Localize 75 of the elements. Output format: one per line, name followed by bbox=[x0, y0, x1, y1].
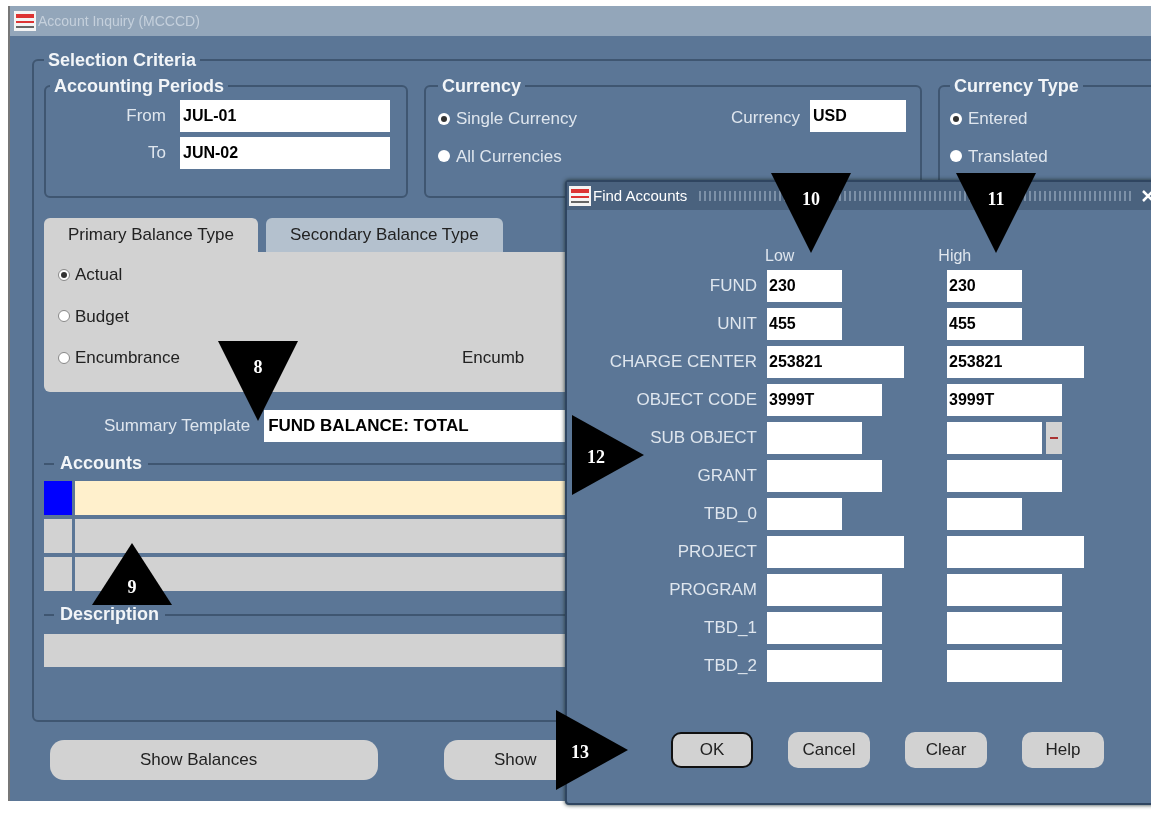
field-label: OBJECT CODE bbox=[635, 389, 757, 412]
form-icon bbox=[14, 11, 36, 31]
low-field[interactable] bbox=[767, 460, 882, 492]
field-label: CHARGE CENTER bbox=[608, 351, 757, 374]
low-field[interactable] bbox=[767, 498, 842, 530]
field-label: TBD_1 bbox=[703, 617, 757, 640]
high-field[interactable] bbox=[947, 612, 1062, 644]
radio-button[interactable] bbox=[950, 112, 962, 125]
group-title: Accounting Periods bbox=[53, 76, 225, 96]
high-field[interactable]: 230 bbox=[947, 270, 1022, 302]
high-field[interactable] bbox=[947, 650, 1062, 682]
group-title: Currency bbox=[441, 76, 523, 96]
radio-button[interactable] bbox=[950, 150, 962, 163]
low-field[interactable]: 230 bbox=[767, 270, 842, 302]
section-title: Accounts bbox=[60, 452, 142, 475]
period-field[interactable]: JUL-01 bbox=[180, 100, 390, 132]
high-field[interactable] bbox=[947, 498, 1022, 530]
group-title: Currency Type bbox=[953, 76, 1080, 96]
field-label: PROGRAM bbox=[668, 579, 757, 602]
dialog-button[interactable]: OK bbox=[671, 732, 753, 768]
low-field[interactable]: 3999T bbox=[767, 384, 882, 416]
high-field[interactable]: 455 bbox=[947, 308, 1022, 340]
row-indicator[interactable] bbox=[44, 557, 72, 591]
radio-label: Entered bbox=[968, 108, 1028, 130]
high-field[interactable] bbox=[947, 422, 1042, 454]
dialog-button[interactable]: Clear bbox=[905, 732, 987, 768]
field-label: FUND bbox=[708, 275, 757, 298]
field-label: PROJECT bbox=[676, 541, 757, 564]
low-field[interactable]: 253821 bbox=[767, 346, 904, 378]
high-field[interactable] bbox=[947, 536, 1084, 568]
callout-marker: 10 bbox=[771, 173, 851, 253]
low-field[interactable] bbox=[767, 612, 882, 644]
action-button[interactable]: Show Balances bbox=[50, 740, 378, 780]
currency-field[interactable]: USD bbox=[810, 100, 906, 132]
section-title: Description bbox=[60, 603, 160, 626]
field-label: Currency bbox=[731, 107, 800, 129]
group-title: Selection Criteria bbox=[47, 50, 198, 70]
field-label: GRANT bbox=[696, 465, 757, 488]
field-label: To bbox=[147, 142, 166, 165]
dialog-button[interactable]: Help bbox=[1022, 732, 1104, 768]
radio-label: Encumbrance bbox=[75, 347, 180, 369]
high-field[interactable] bbox=[947, 574, 1062, 606]
radio-label: All Currencies bbox=[456, 145, 562, 168]
tab[interactable]: Secondary Balance Type bbox=[266, 218, 503, 252]
field-label: TBD_0 bbox=[703, 503, 757, 526]
tab[interactable]: Primary Balance Type bbox=[44, 218, 258, 252]
high-field[interactable]: 3999T bbox=[947, 384, 1062, 416]
field-label: Encumb bbox=[461, 346, 525, 369]
low-field[interactable] bbox=[767, 650, 882, 682]
radio-label: Actual bbox=[75, 264, 123, 286]
radio-button[interactable] bbox=[58, 310, 70, 323]
form-icon bbox=[569, 186, 591, 206]
low-field[interactable]: 455 bbox=[767, 308, 842, 340]
radio-label: Budget bbox=[75, 305, 129, 328]
high-field[interactable]: 253821 bbox=[947, 346, 1084, 378]
radio-button[interactable] bbox=[58, 268, 70, 281]
radio-button[interactable] bbox=[438, 112, 450, 125]
row-indicator[interactable] bbox=[44, 519, 72, 553]
field-label: TBD_2 bbox=[703, 655, 757, 678]
field-label: From bbox=[125, 105, 166, 128]
period-field[interactable]: JUN-02 bbox=[180, 137, 390, 169]
dialog-title: Find Accounts bbox=[593, 185, 688, 206]
dialog-button[interactable]: Cancel bbox=[788, 732, 870, 768]
low-field[interactable] bbox=[767, 574, 882, 606]
low-field[interactable] bbox=[767, 536, 904, 568]
close-icon[interactable] bbox=[1141, 189, 1151, 203]
list-button[interactable] bbox=[1046, 422, 1062, 454]
field-label: UNIT bbox=[716, 313, 757, 336]
low-field[interactable] bbox=[767, 422, 862, 454]
row-indicator[interactable] bbox=[44, 481, 72, 515]
radio-label: Single Currency bbox=[456, 108, 577, 130]
radio-button[interactable] bbox=[438, 150, 450, 163]
radio-button[interactable] bbox=[58, 351, 70, 364]
high-field[interactable] bbox=[947, 460, 1062, 492]
radio-label: Translated bbox=[968, 145, 1048, 168]
